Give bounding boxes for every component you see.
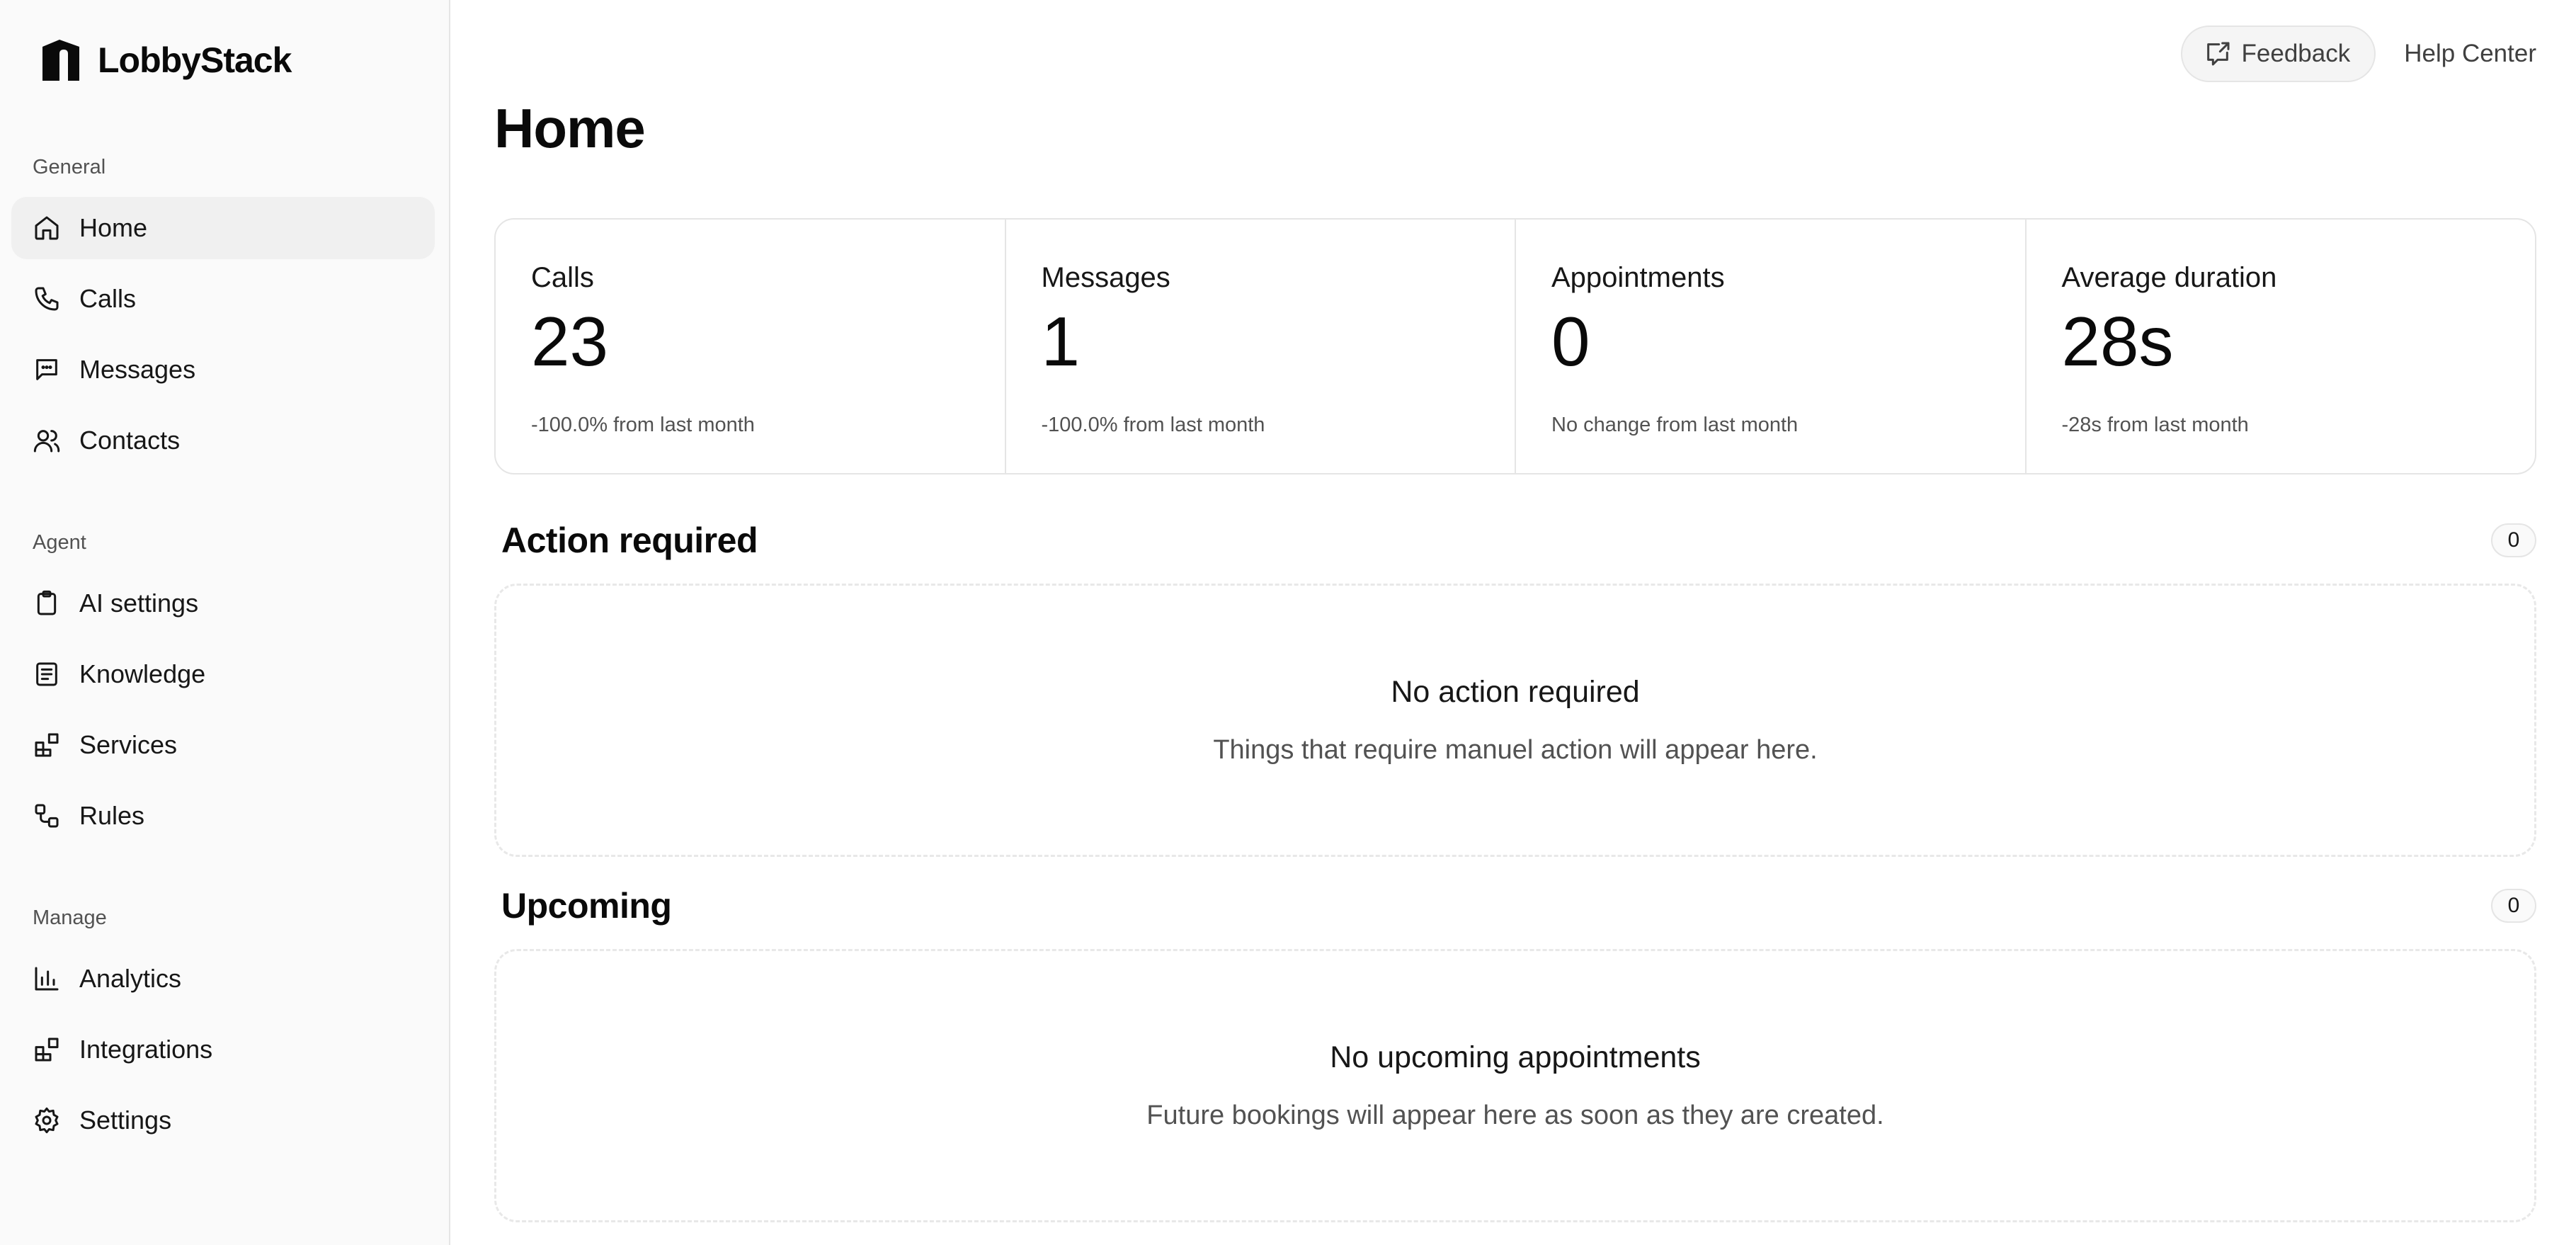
sidebar-item-label: Integrations — [79, 1035, 213, 1064]
stat-card-appointments: Appointments 0 No change from last month — [1516, 220, 2027, 473]
gear-icon — [35, 1107, 59, 1134]
sidebar-item-analytics[interactable]: Analytics — [11, 948, 435, 1010]
sidebar-item-label: Services — [79, 730, 178, 759]
header-actions: Feedback Help Center — [2180, 25, 2536, 82]
sidebar-item-label: Messages — [79, 355, 196, 384]
stat-value: 0 — [1551, 302, 1590, 380]
upcoming-empty-state: No upcoming appointments Future bookings… — [494, 949, 2536, 1222]
main-content: Feedback Help Center Home Calls 23 -100.… — [452, 0, 2576, 1245]
action-required-header: Action required 0 — [501, 520, 2536, 561]
sidebar: LobbyStack General Home Calls Messages C… — [0, 0, 450, 1245]
help-center-link[interactable]: Help Center — [2404, 40, 2536, 68]
message-icon — [36, 359, 57, 380]
empty-state-description: Future bookings will appear here as soon… — [1146, 1101, 1884, 1130]
feedback-icon — [2206, 42, 2230, 66]
section-label-manage: Manage — [33, 906, 107, 929]
stat-label: Appointments — [1551, 262, 1725, 293]
sidebar-item-knowledge[interactable]: Knowledge — [11, 643, 435, 705]
empty-state-description: Things that require manuel action will a… — [1213, 735, 1818, 765]
stat-label: Messages — [1041, 262, 1170, 293]
upcoming-header: Upcoming 0 — [501, 885, 2536, 926]
sidebar-item-messages[interactable]: Messages — [11, 339, 435, 401]
brand-name: LobbyStack — [98, 40, 292, 80]
feedback-label: Feedback — [2241, 40, 2351, 67]
sidebar-item-label: Rules — [79, 801, 145, 830]
feedback-button[interactable]: Feedback — [2180, 25, 2376, 82]
users-icon — [33, 430, 60, 453]
sidebar-item-contacts[interactable]: Contacts — [11, 409, 435, 472]
book-icon — [36, 662, 57, 686]
action-required-empty-state: No action required Things that require m… — [494, 584, 2536, 857]
stat-change: -28s from last month — [2061, 414, 2249, 436]
empty-state-title: No action required — [1391, 675, 1640, 709]
stat-card-average-duration: Average duration 28s -28s from last mont… — [2027, 220, 2536, 473]
stat-value: 28s — [2061, 302, 2174, 380]
sidebar-item-calls[interactable]: Calls — [11, 268, 435, 330]
stat-label: Calls — [531, 262, 594, 293]
sidebar-item-label: Home — [79, 213, 148, 242]
logo-mark-icon — [42, 40, 79, 81]
stat-value: 1 — [1041, 302, 1081, 380]
phone-icon — [35, 287, 59, 311]
app: LobbyStack General Home Calls Messages C… — [0, 0, 2576, 1245]
empty-state-title: No upcoming appointments — [1330, 1040, 1701, 1074]
stat-change: -100.0% from last month — [1041, 414, 1265, 436]
sidebar-item-integrations[interactable]: Integrations — [11, 1018, 435, 1081]
section-label-general: General — [33, 156, 106, 178]
stats-panel: Calls 23 -100.0% from last month Message… — [494, 218, 2536, 474]
sidebar-item-label: Calls — [79, 284, 137, 313]
sidebar-item-label: Knowledge — [79, 659, 206, 688]
home-icon — [35, 216, 59, 240]
page-title: Home — [494, 97, 646, 159]
count-badge: 0 — [2491, 889, 2536, 923]
blocks-icon — [35, 733, 59, 757]
sidebar-item-label: AI settings — [79, 589, 199, 618]
bar-chart-icon — [35, 967, 59, 991]
sidebar-item-label: Settings — [79, 1105, 172, 1135]
sidebar-item-settings[interactable]: Settings — [11, 1089, 435, 1152]
stat-value: 23 — [531, 302, 609, 380]
sidebar-item-ai-settings[interactable]: AI settings — [11, 572, 435, 635]
section-title-action-required: Action required — [501, 521, 758, 560]
sidebar-item-services[interactable]: Services — [11, 714, 435, 776]
clipboard-icon — [37, 590, 57, 615]
brand-logo[interactable]: LobbyStack — [40, 38, 292, 82]
workflow-icon — [35, 804, 59, 828]
stat-card-calls: Calls 23 -100.0% from last month — [496, 220, 1006, 473]
stat-card-messages: Messages 1 -100.0% from last month — [1006, 220, 1516, 473]
section-label-agent: Agent — [33, 531, 86, 554]
sidebar-item-home[interactable]: Home — [11, 197, 435, 259]
section-title-upcoming: Upcoming — [501, 886, 672, 926]
count-badge: 0 — [2491, 523, 2536, 557]
stat-change: No change from last month — [1551, 414, 1799, 436]
blocks-icon — [35, 1038, 59, 1062]
sidebar-item-label: Analytics — [79, 964, 182, 993]
sidebar-item-rules[interactable]: Rules — [11, 785, 435, 847]
sidebar-item-label: Contacts — [79, 426, 181, 455]
stat-change: -100.0% from last month — [531, 414, 755, 436]
stat-label: Average duration — [2061, 262, 2277, 293]
